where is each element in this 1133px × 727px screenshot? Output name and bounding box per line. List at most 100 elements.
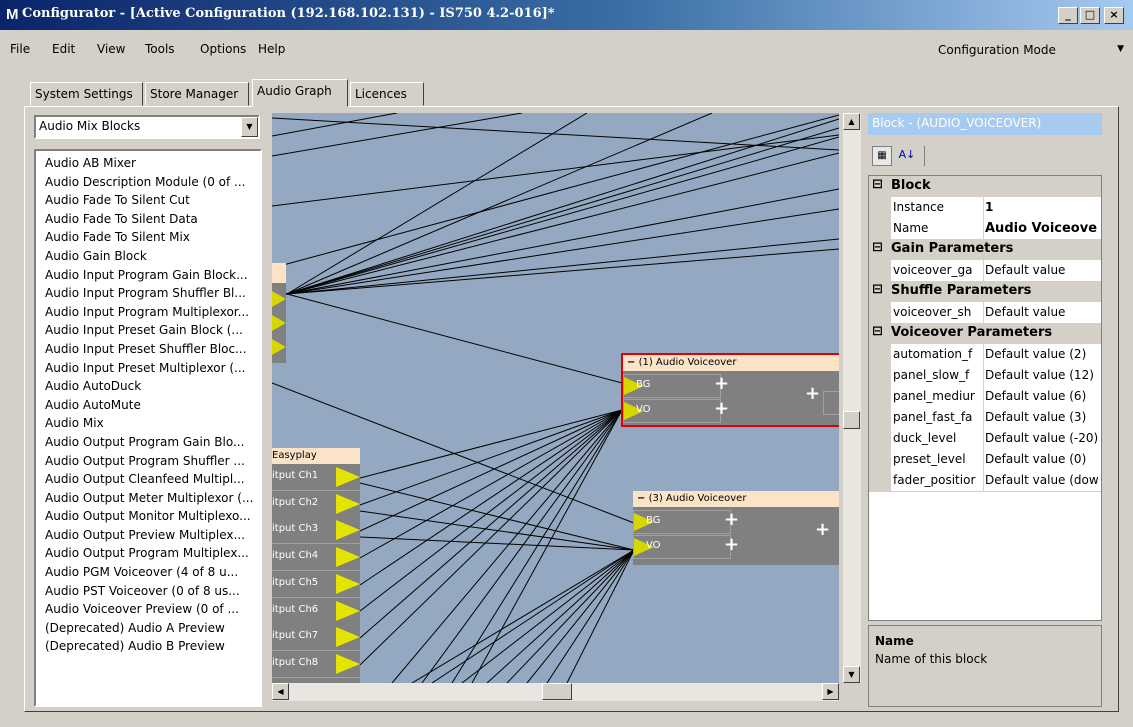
output-arrow-icon[interactable] (336, 547, 360, 568)
property-row-panel-slow[interactable]: panel_slow_f Default value (12) (869, 365, 1101, 387)
output-arrow-icon[interactable] (336, 653, 360, 674)
sort-alphabetical-icon[interactable]: A↓ (896, 146, 918, 166)
property-row-preset-level[interactable]: preset_level Default value (0) (869, 449, 1101, 471)
list-item[interactable]: Audio Output Program Shuffler ... (45, 452, 260, 471)
close-button[interactable]: × (1104, 7, 1124, 24)
port-bg[interactable]: BG + (633, 510, 739, 534)
menu-options[interactable]: Options (200, 42, 246, 56)
easyplay-channel-row[interactable]: itput Ch7 (272, 624, 360, 652)
output-arrow-icon[interactable] (336, 627, 360, 648)
list-item[interactable]: Audio Voiceover Preview (0 of ... (45, 600, 260, 619)
block-1-header[interactable]: − (1) Audio Voiceover (623, 355, 839, 371)
collapse-icon[interactable]: ⊟ (872, 324, 883, 339)
scroll-thumb[interactable] (843, 411, 860, 429)
category-gain[interactable]: ⊟ Gain Parameters (869, 239, 1101, 261)
add-port-icon[interactable]: + (714, 400, 729, 418)
category-block[interactable]: ⊟ Block (869, 176, 1101, 198)
list-item[interactable]: Audio Output Preview Multiplex... (45, 526, 260, 545)
property-row-panel-medium[interactable]: panel_mediur Default value (6) (869, 386, 1101, 408)
list-item[interactable]: Audio AutoDuck (45, 377, 260, 396)
property-row-name[interactable]: Name Audio Voiceove (869, 218, 1101, 240)
block-list[interactable]: Audio AB Mixer Audio Description Module (… (34, 149, 262, 707)
list-item[interactable]: Audio AB Mixer (45, 154, 260, 173)
list-item[interactable]: Audio Output Monitor Multiplexo... (45, 507, 260, 526)
list-item[interactable]: Audio Fade To Silent Mix (45, 228, 260, 247)
easyplay-channel-row[interactable]: itput Ch6 (272, 597, 360, 625)
property-row-voiceover-shuffle[interactable]: voiceover_sh Default value (869, 302, 1101, 324)
list-item[interactable]: Audio Input Preset Multiplexor (... (45, 359, 260, 378)
partial-input-block[interactable] (272, 263, 286, 363)
scroll-down-icon[interactable]: ▼ (843, 666, 860, 683)
easyplay-block[interactable]: Easyplay itput Ch1 itput Ch2 itput Ch3 itpu… (272, 448, 360, 683)
list-item[interactable]: Audio Input Preset Gain Block (... (45, 321, 260, 340)
port-vo[interactable]: VO + (633, 535, 739, 559)
list-item[interactable]: Audio Input Program Multiplexor... (45, 303, 260, 322)
scroll-left-icon[interactable]: ◀ (272, 683, 289, 700)
add-output-icon[interactable]: + (805, 385, 820, 403)
add-port-icon[interactable]: + (724, 536, 739, 554)
list-item[interactable]: Audio Fade To Silent Data (45, 210, 260, 229)
audio-graph-canvas[interactable]: − (1) Audio Voiceover BG + VO + + − (3) … (272, 113, 839, 683)
list-item[interactable]: (Deprecated) Audio A Preview (45, 619, 260, 638)
list-item[interactable]: Audio Fade To Silent Cut (45, 191, 260, 210)
list-item[interactable]: Audio AutoMute (45, 396, 260, 415)
scroll-up-icon[interactable]: ▲ (843, 113, 860, 130)
menu-file[interactable]: File (10, 42, 30, 56)
list-item[interactable]: Audio PST Voiceover (0 of 8 us... (45, 582, 260, 601)
tab-audio-graph[interactable]: Audio Graph (252, 79, 348, 107)
add-output-icon[interactable]: + (815, 521, 830, 539)
menu-view[interactable]: View (97, 42, 125, 56)
collapse-icon[interactable]: − (627, 357, 635, 368)
property-row-duck-level[interactable]: duck_level Default value (-20) (869, 428, 1101, 450)
audio-voiceover-block-3[interactable]: − (3) Audio Voiceover BG + VO + + (633, 491, 839, 565)
output-arrow-icon[interactable] (336, 600, 360, 621)
scroll-thumb[interactable] (542, 683, 572, 700)
list-item[interactable]: Audio Input Preset Shuffler Bloc... (45, 340, 260, 359)
property-row-fader-position[interactable]: fader_positior Default value (dow (869, 470, 1101, 492)
port-vo[interactable]: VO + (623, 399, 729, 423)
list-item[interactable]: Audio Description Module (0 of ... (45, 173, 260, 192)
mode-select[interactable]: Configuration Mode ▼ (928, 40, 1126, 62)
tab-licences[interactable]: Licences (350, 82, 424, 106)
output-arrow-icon[interactable] (336, 467, 360, 487)
list-item[interactable]: Audio Output Cleanfeed Multipl... (45, 470, 260, 489)
list-item[interactable]: Audio Output Program Gain Blo... (45, 433, 260, 452)
horizontal-scrollbar[interactable]: ◀ ▶ (272, 683, 839, 701)
easyplay-channel-row[interactable]: itput Ch5 (272, 570, 360, 598)
output-arrow-icon[interactable] (336, 493, 360, 514)
easyplay-channel-row[interactable]: itput Ch1 (272, 464, 360, 491)
list-item[interactable]: (Deprecated) Audio B Preview (45, 637, 260, 656)
list-item[interactable]: Audio Output Program Multiplex... (45, 544, 260, 563)
category-shuffle[interactable]: ⊟ Shuffle Parameters (869, 281, 1101, 303)
easyplay-channel-row[interactable]: itput Ch3 (272, 517, 360, 545)
list-item[interactable]: Audio Output Meter Multiplexor (... (45, 489, 260, 508)
port-bg[interactable]: BG + (623, 374, 729, 398)
list-item[interactable]: Audio Input Program Gain Block... (45, 266, 260, 285)
property-row-instance[interactable]: Instance 1 (869, 197, 1101, 219)
property-grid[interactable]: ⊟ Block Instance 1 Name Audio Voiceove ⊟… (868, 175, 1102, 621)
menu-tools[interactable]: Tools (145, 42, 175, 56)
collapse-icon[interactable]: − (637, 493, 645, 504)
easyplay-channel-row[interactable]: itput Ch2 (272, 490, 360, 518)
add-port-icon[interactable]: + (724, 511, 739, 529)
property-row-automation[interactable]: automation_f Default value (2) (869, 344, 1101, 366)
list-item[interactable]: Audio Mix (45, 414, 260, 433)
output-arrow-icon[interactable] (336, 520, 360, 541)
property-row-voiceover-gain[interactable]: voiceover_ga Default value (869, 260, 1101, 282)
easyplay-channel-row[interactable]: itput Ch8 (272, 650, 360, 678)
collapse-icon[interactable]: ⊟ (872, 282, 883, 297)
tab-store-manager[interactable]: Store Manager (145, 82, 249, 106)
maximize-button[interactable]: □ (1080, 7, 1100, 24)
minimize-button[interactable]: _ (1058, 7, 1078, 24)
collapse-icon[interactable]: ⊟ (872, 240, 883, 255)
list-item[interactable]: Audio Gain Block (45, 247, 260, 266)
categorized-view-icon[interactable]: ▦ (872, 146, 892, 166)
tab-system-settings[interactable]: System Settings (30, 82, 143, 106)
menu-help[interactable]: Help (258, 42, 285, 56)
chevron-down-icon[interactable]: ▼ (241, 117, 258, 137)
list-item[interactable]: Audio Input Program Shuffler Bl... (45, 284, 260, 303)
menu-edit[interactable]: Edit (52, 42, 75, 56)
add-port-icon[interactable]: + (714, 375, 729, 393)
vertical-scrollbar[interactable]: ▲ ▼ (843, 113, 861, 683)
scroll-right-icon[interactable]: ▶ (822, 683, 839, 700)
